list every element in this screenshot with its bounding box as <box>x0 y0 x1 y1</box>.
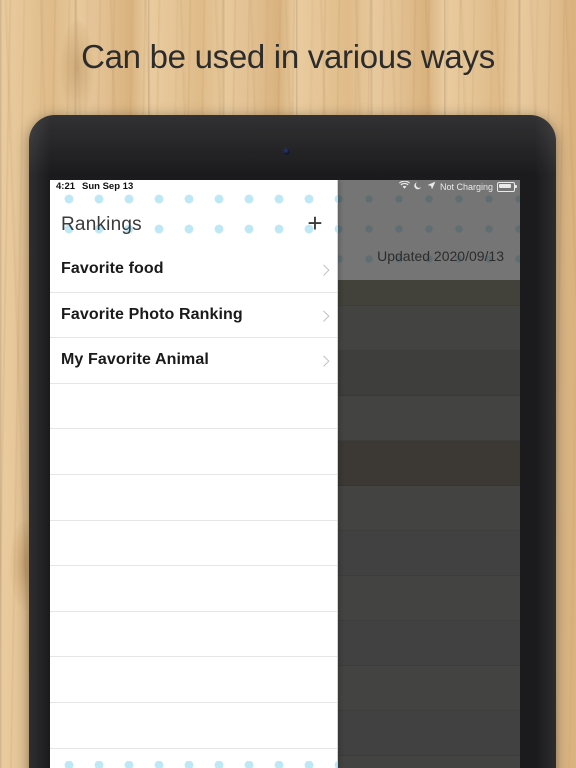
list-row-empty <box>50 383 338 430</box>
tablet-device: My Favorite Animal Updated 2020/09/13 Ra… <box>29 115 556 768</box>
sidebar-bottom-dots <box>50 761 338 768</box>
wifi-icon <box>398 180 410 192</box>
sidebar-header: Rankings + <box>50 194 338 250</box>
list-row-empty <box>50 611 338 658</box>
location-arrow-icon <box>427 181 436 192</box>
sidebar-item-favorite-food[interactable]: Favorite food <box>50 247 338 293</box>
status-bar: 4:21 Sun Sep 13 Not Charging <box>50 180 520 194</box>
list-row-empty <box>50 520 338 567</box>
chevron-right-icon <box>318 264 330 277</box>
front-camera-icon <box>283 148 290 155</box>
add-ranking-button[interactable]: + <box>300 208 330 238</box>
page-title: Can be used in various ways <box>81 38 495 75</box>
chevron-right-icon <box>318 310 330 322</box>
sidebar: Rankings + Favorite food Favorite Photo R… <box>50 180 338 768</box>
list-row-empty <box>50 657 338 703</box>
chevron-right-icon <box>318 355 330 368</box>
screenshot-stage: Can be used in various ways My Favorite … <box>0 0 576 768</box>
list-item-label: Favorite food <box>61 260 164 278</box>
sidebar-title: Rankings <box>61 214 142 235</box>
list-row-empty <box>50 474 338 521</box>
list-row-empty <box>50 566 338 612</box>
battery-fill <box>499 183 511 188</box>
ranking-list: Favorite food Favorite Photo Ranking My Fa… <box>50 247 338 768</box>
list-row-empty <box>50 429 338 475</box>
battery-icon <box>497 181 517 192</box>
status-bar-right: Not Charging <box>398 180 517 192</box>
charging-status-label: Not Charging <box>439 181 493 192</box>
status-date: Sun Sep 13 <box>82 181 134 192</box>
sidebar-item-favorite-photo-ranking[interactable]: Favorite Photo Ranking <box>50 292 338 339</box>
status-bar-left: 4:21 Sun Sep 13 <box>56 181 133 192</box>
sidebar-divider <box>337 180 338 768</box>
list-item-label: My Favorite Animal <box>61 351 209 369</box>
status-time: 4:21 <box>56 181 76 192</box>
sidebar-item-my-favorite-animal[interactable]: My Favorite Animal <box>50 338 338 384</box>
list-row-empty <box>50 702 338 749</box>
tablet-screen: My Favorite Animal Updated 2020/09/13 Ra… <box>50 180 520 768</box>
detail-updated-label: Updated 2020/09/13 <box>377 248 504 264</box>
list-item-label: Favorite Photo Ranking <box>61 305 243 323</box>
do-not-disturb-moon-icon <box>414 181 423 192</box>
